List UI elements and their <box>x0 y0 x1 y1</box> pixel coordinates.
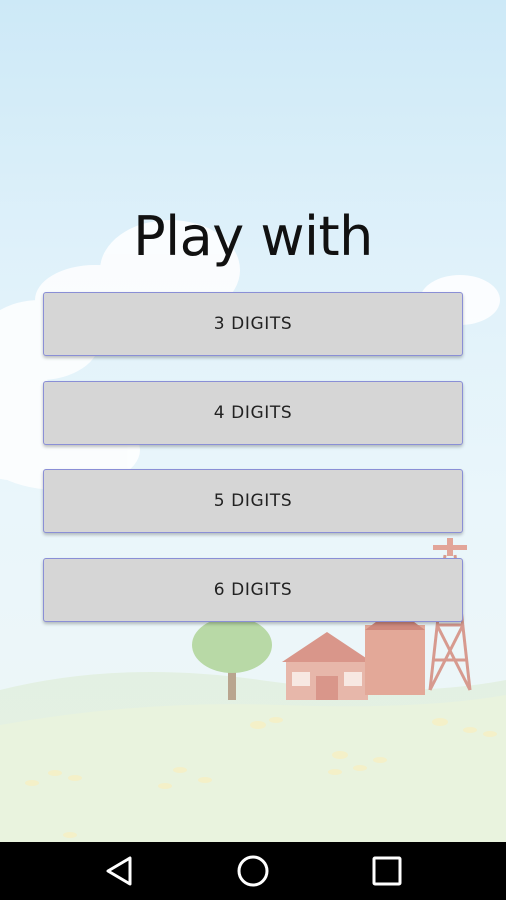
six-digits-button[interactable]: 6 DIGITS <box>43 558 463 622</box>
home-button[interactable] <box>213 842 293 900</box>
game-menu-screen: Play with 3 DIGITS 4 DIGITS 5 DIGITS 6 D… <box>0 0 506 842</box>
four-digits-button[interactable]: 4 DIGITS <box>43 381 463 445</box>
recents-square-icon <box>372 856 402 886</box>
back-triangle-icon <box>106 856 132 886</box>
page-title: Play with <box>133 205 373 268</box>
five-digits-button[interactable]: 5 DIGITS <box>43 469 463 533</box>
home-circle-icon <box>237 855 269 887</box>
back-button[interactable] <box>80 842 160 900</box>
system-navigation-bar <box>0 842 506 900</box>
windmill-blades <box>433 538 467 556</box>
recents-button[interactable] <box>347 842 427 900</box>
three-digits-button[interactable]: 3 DIGITS <box>43 292 463 356</box>
